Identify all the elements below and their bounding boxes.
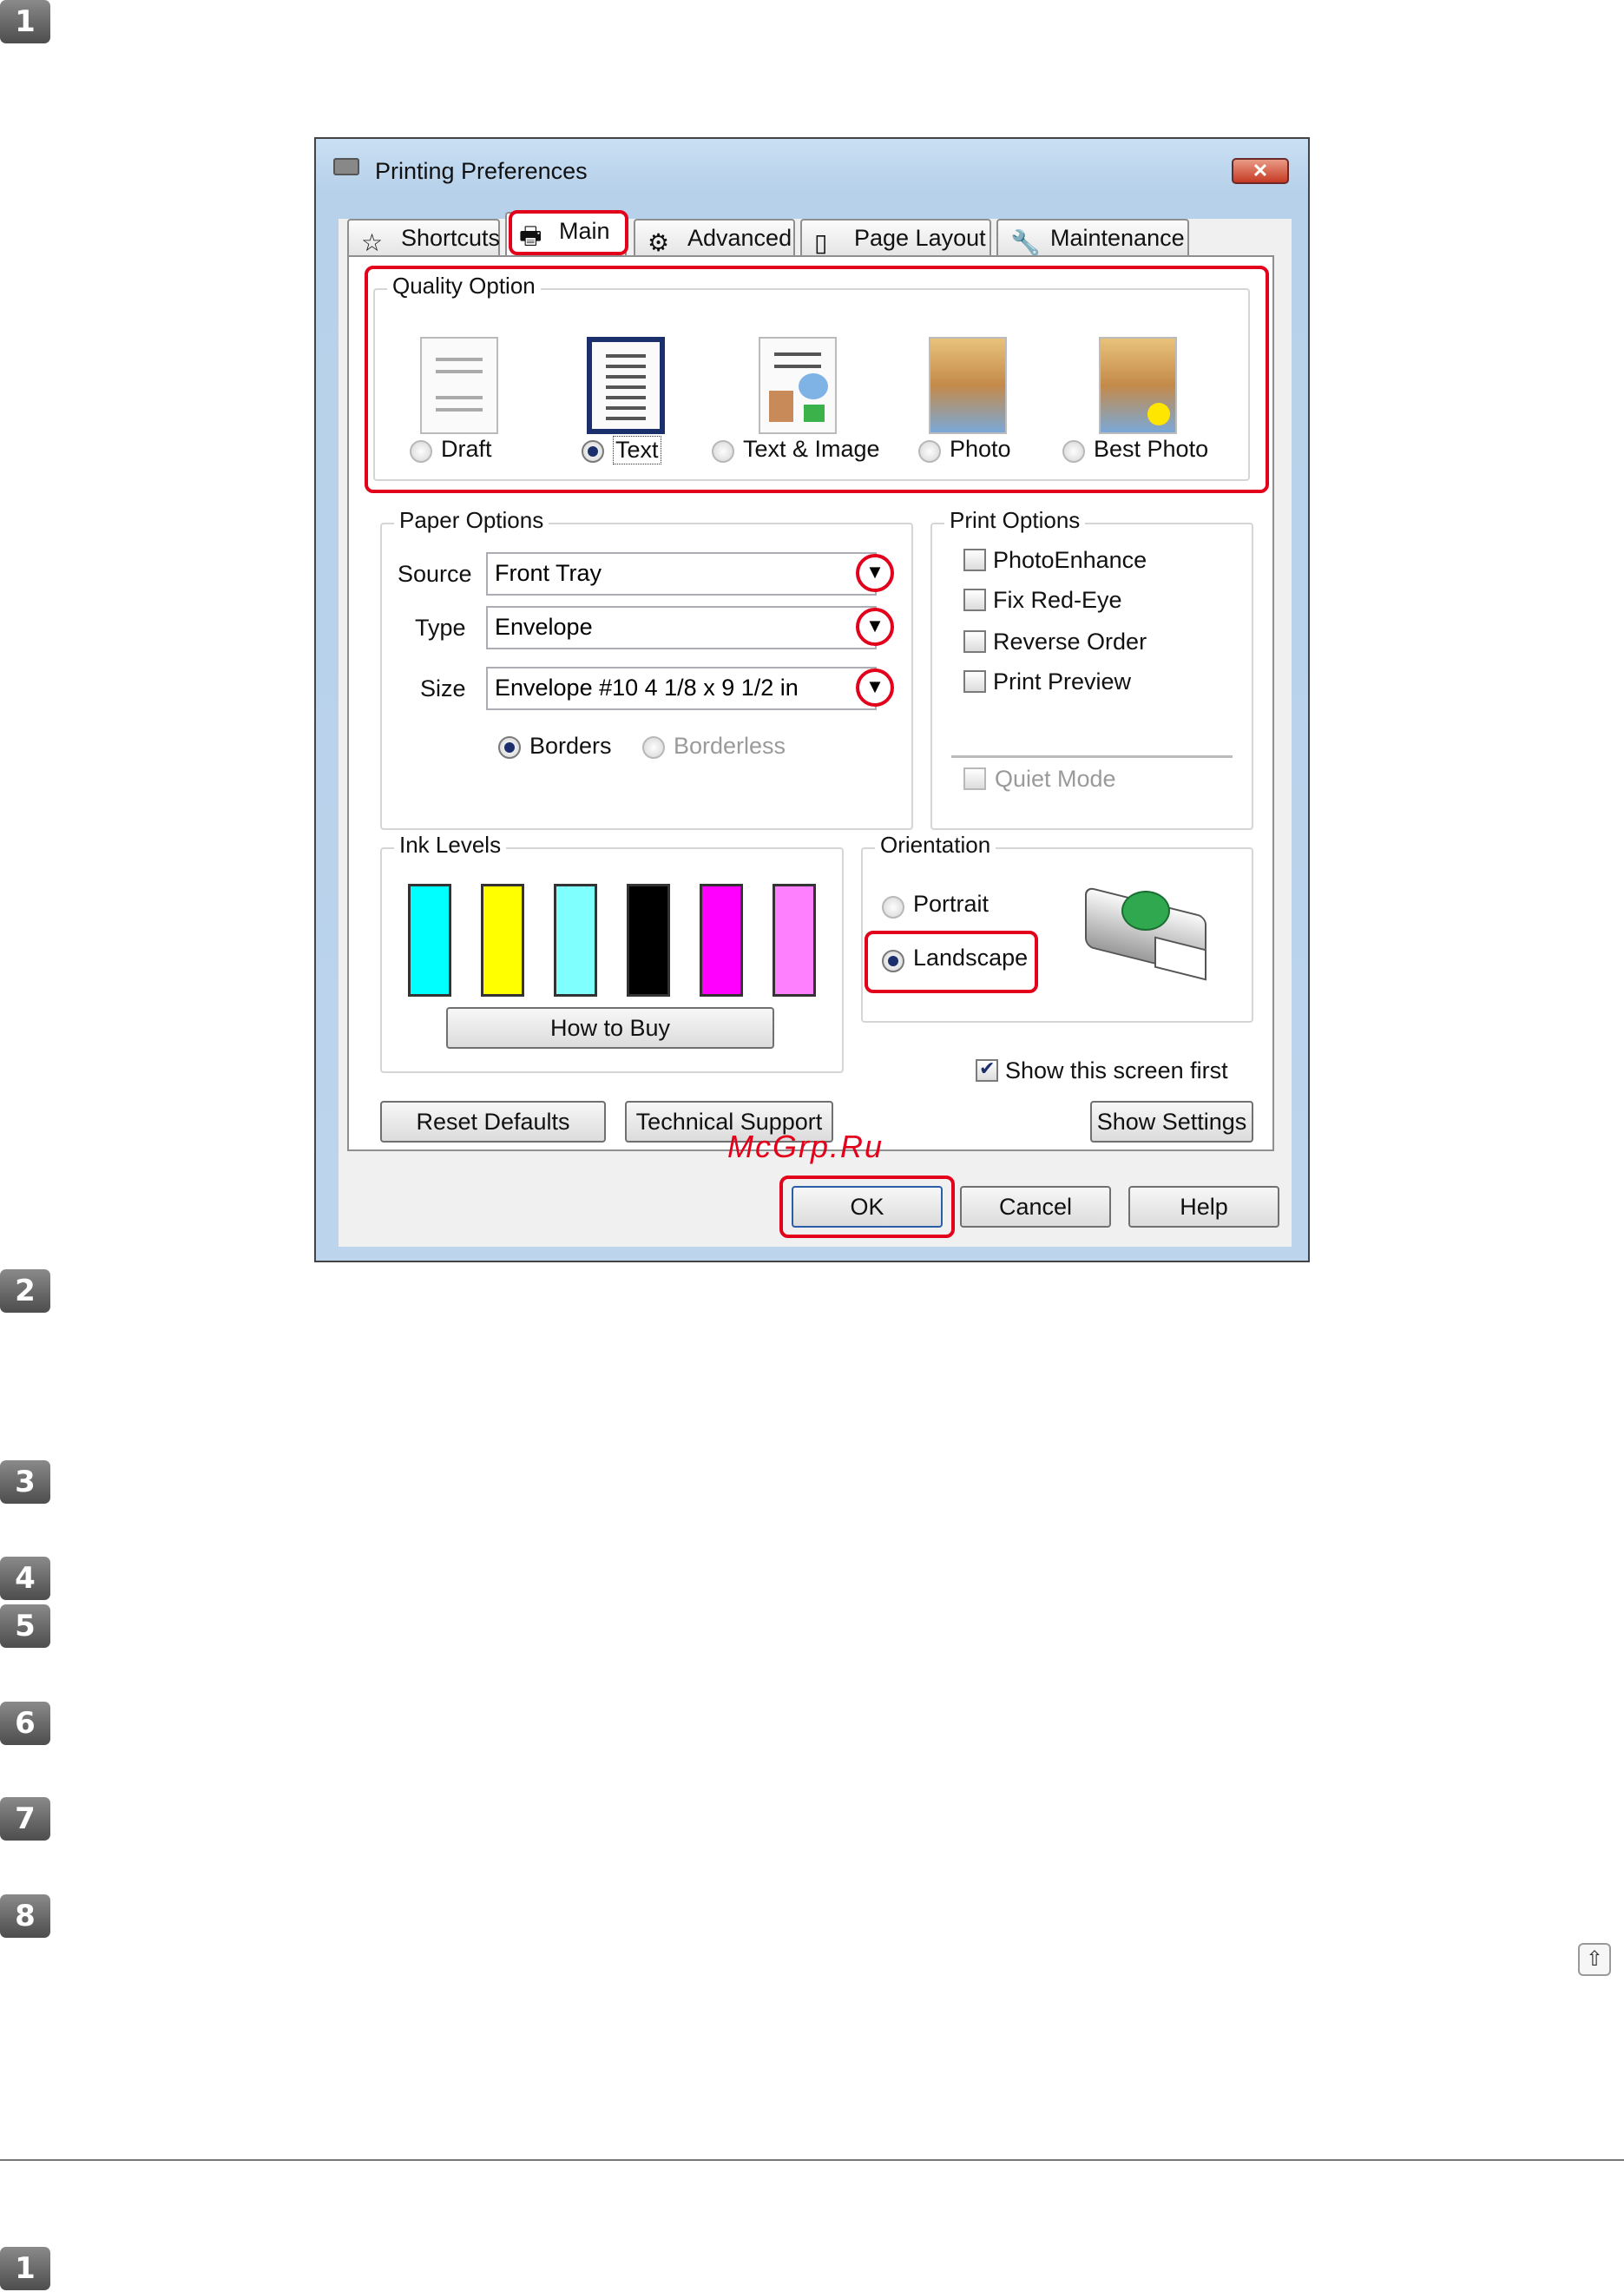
group-title: Print Options: [944, 507, 1086, 534]
ink-cartridge-magenta: [700, 884, 743, 997]
ink-cartridge-light-cyan: [554, 884, 597, 997]
ink-cartridge-black: [627, 884, 670, 997]
tab-maintenance[interactable]: 🔧 Maintenance: [996, 219, 1189, 257]
fix-red-eye-checkbox[interactable]: [963, 589, 986, 611]
fix-red-eye-label: Fix Red-Eye: [993, 587, 1122, 613]
section-divider: [0, 2159, 1624, 2161]
show-this-screen-first-label: Show this screen first: [1005, 1057, 1228, 1083]
tab-page-layout[interactable]: ▯ Page Layout: [800, 219, 991, 257]
watermark: McGrp.Ru: [727, 1129, 884, 1164]
ink-cartridge-cyan: [408, 884, 451, 997]
print-preview-label: Print Preview: [993, 668, 1132, 695]
portrait-label: Portrait: [913, 891, 990, 917]
step-badge-4: 4: [0, 1557, 50, 1600]
photoenhance-checkbox[interactable]: [963, 549, 986, 571]
highlight-ok: [779, 1176, 955, 1238]
step-badge-5: 5: [0, 1604, 50, 1648]
source-select[interactable]: Front Tray: [486, 552, 877, 596]
step-badge-1: 1: [0, 0, 50, 43]
portrait-radio[interactable]: [882, 896, 904, 919]
tab-advanced[interactable]: ⚙ Advanced: [634, 219, 795, 257]
printer-icon: [333, 158, 359, 175]
print-options-separator: [951, 755, 1233, 758]
size-label: Size: [420, 675, 466, 701]
reverse-order-label: Reverse Order: [993, 629, 1147, 655]
tab-label: Page Layout: [854, 225, 986, 251]
borders-label: Borders: [529, 733, 612, 759]
step-badge-8: 8: [0, 1894, 50, 1938]
cancel-button[interactable]: Cancel: [960, 1186, 1111, 1228]
how-to-buy-button[interactable]: How to Buy: [446, 1007, 774, 1049]
highlight-main-tab: [509, 210, 628, 255]
printing-preferences-window: Printing Preferences ✕ ☆ Shortcuts 🖶 Mai…: [314, 137, 1310, 1262]
photoenhance-label: PhotoEnhance: [993, 547, 1147, 573]
help-button[interactable]: Help: [1128, 1186, 1279, 1228]
show-this-screen-first-checkbox[interactable]: [976, 1057, 998, 1082]
quiet-mode-label: Quiet Mode: [995, 766, 1116, 792]
group-title: Ink Levels: [394, 832, 507, 859]
ink-cartridge-light-magenta: [773, 884, 816, 997]
source-label: Source: [398, 561, 472, 587]
ink-cartridge-yellow: [481, 884, 524, 997]
size-select[interactable]: Envelope #10 4 1/8 x 9 1/2 in: [486, 667, 877, 710]
show-settings-button[interactable]: Show Settings: [1090, 1101, 1253, 1143]
quiet-mode-checkbox: [963, 767, 986, 790]
back-to-top-icon[interactable]: ⇧: [1578, 1943, 1611, 1976]
highlight-landscape: [865, 931, 1038, 993]
reset-defaults-button[interactable]: Reset Defaults: [380, 1101, 606, 1143]
borderless-label: Borderless: [674, 733, 786, 759]
window-title: Printing Preferences: [375, 158, 588, 184]
landscape-printer-icon: [1085, 879, 1215, 981]
step-badge-2: 2: [0, 1269, 50, 1313]
reverse-order-checkbox[interactable]: [963, 630, 986, 653]
highlight-quality-option: [365, 266, 1269, 493]
tab-label: Advanced: [687, 225, 792, 251]
borders-radio[interactable]: [498, 736, 521, 759]
borderless-radio: [642, 736, 665, 759]
title-bar: Printing Preferences ✕: [316, 139, 1308, 184]
close-button[interactable]: ✕: [1232, 158, 1289, 184]
step-badge-6: 6: [0, 1702, 50, 1745]
type-dropdown-arrow-icon[interactable]: ▼: [856, 608, 894, 646]
print-preview-checkbox[interactable]: [963, 670, 986, 693]
tab-shortcuts[interactable]: ☆ Shortcuts: [347, 219, 500, 257]
group-title: Orientation: [875, 832, 996, 859]
step-badge-3: 3: [0, 1460, 50, 1504]
size-dropdown-arrow-icon[interactable]: ▼: [856, 668, 894, 707]
group-title: Paper Options: [394, 507, 549, 534]
tab-label: Maintenance: [1050, 225, 1185, 251]
type-label: Type: [415, 615, 466, 641]
source-dropdown-arrow-icon[interactable]: ▼: [856, 554, 894, 592]
type-select[interactable]: Envelope: [486, 606, 877, 649]
step-badge-1b: 1: [0, 2247, 50, 2290]
tab-label: Shortcuts: [401, 225, 501, 251]
step-badge-7: 7: [0, 1797, 50, 1841]
